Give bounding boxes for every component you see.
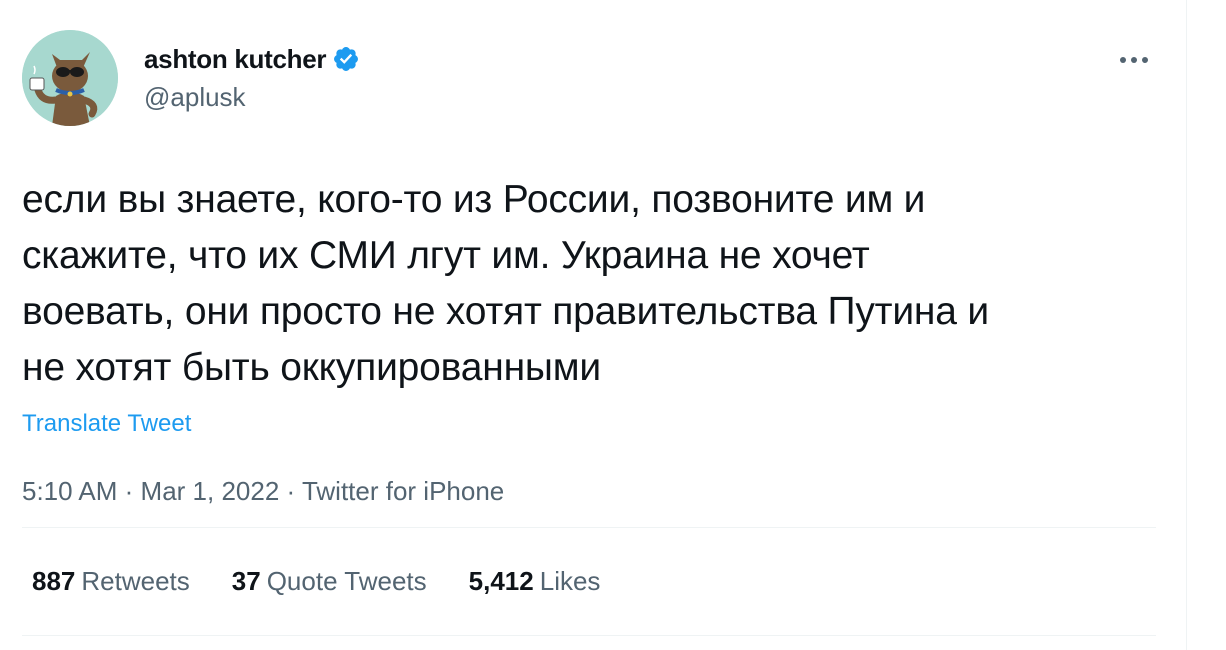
retweets-label: Retweets	[81, 566, 190, 596]
avatar[interactable]	[22, 30, 118, 126]
likes-count: 5,412	[468, 566, 534, 596]
tweet-card: ashton kutcher @aplusk если вы знаете, к…	[22, 30, 1156, 507]
meta-separator: ·	[124, 476, 141, 506]
divider-bottom	[22, 635, 1156, 636]
retweets-stat[interactable]: 887 Retweets	[32, 566, 190, 597]
translate-tweet-link[interactable]: Translate Tweet	[22, 410, 191, 438]
cartoon-cat-avatar-icon	[22, 30, 118, 126]
display-name[interactable]: ashton kutcher	[144, 44, 326, 75]
quote-tweets-stat[interactable]: 37 Quote Tweets	[232, 566, 427, 597]
author-handle[interactable]: @aplusk	[144, 82, 360, 113]
column-border	[1186, 0, 1187, 650]
quote-tweets-label: Quote Tweets	[266, 566, 427, 596]
author-names: ashton kutcher @aplusk	[144, 42, 360, 113]
tweet-text: если вы знаете, кого-то из России, позво…	[22, 178, 989, 389]
likes-label: Likes	[539, 566, 601, 596]
tweet-source[interactable]: Twitter for iPhone	[302, 476, 504, 506]
more-options-icon[interactable]	[1116, 48, 1152, 72]
display-name-row: ashton kutcher	[144, 42, 360, 76]
tweet-header: ashton kutcher @aplusk	[22, 30, 1156, 130]
tweet-time[interactable]: 5:10 AM	[22, 476, 117, 506]
meta-separator: ·	[286, 476, 302, 506]
tweet-date[interactable]: Mar 1, 2022	[141, 476, 280, 506]
retweets-count: 887	[32, 566, 76, 596]
divider-top	[22, 527, 1156, 528]
likes-stat[interactable]: 5,412 Likes	[469, 566, 601, 597]
tweet-meta: 5:10 AM · Mar 1, 2022 · Twitter for iPho…	[22, 476, 1156, 507]
verified-badge-icon	[332, 45, 360, 73]
quote-tweets-count: 37	[231, 566, 261, 596]
tweet-stats: 887 Retweets 37 Quote Tweets 5,412 Likes	[32, 566, 642, 597]
